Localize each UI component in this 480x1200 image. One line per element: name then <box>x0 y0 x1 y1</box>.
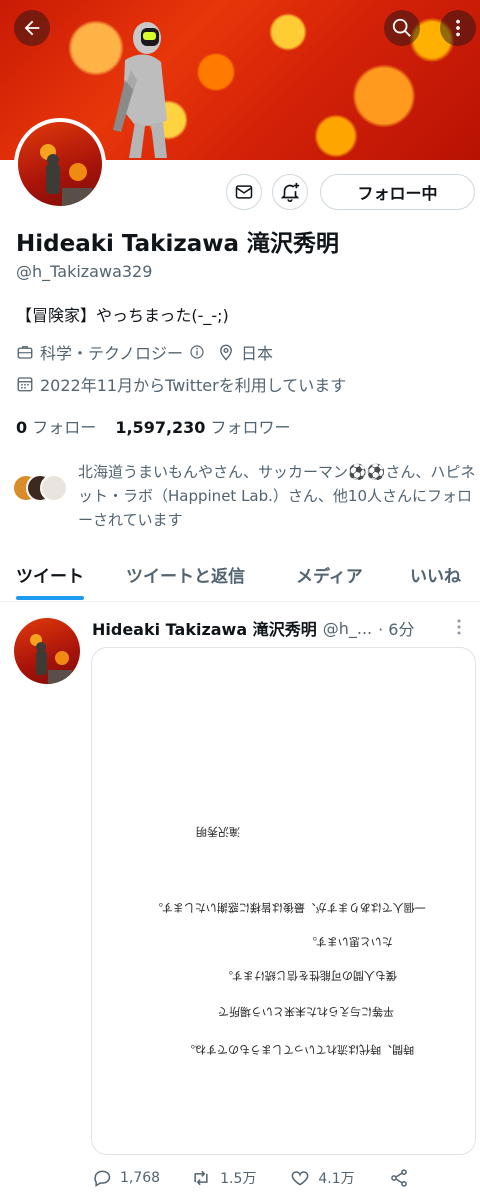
reply-button[interactable]: 1,768 <box>92 1168 160 1188</box>
followers-label: フォロワー <box>210 418 291 437</box>
profile-meta-category-location: 科学・テクノロジー 日本 <box>16 340 273 364</box>
tab-tweets-replies[interactable]: ツイートと返信 <box>126 552 245 587</box>
heart-icon <box>291 1171 309 1186</box>
reply-count: 1,768 <box>120 1170 161 1186</box>
following-link[interactable]: 0 フォロー <box>16 418 96 437</box>
search-button[interactable] <box>384 10 420 46</box>
profile-avatar[interactable] <box>14 118 106 210</box>
follower-avatar <box>40 474 68 502</box>
reply-icon <box>94 1170 111 1187</box>
tweet-time[interactable]: · 6分 <box>378 616 414 640</box>
location-pin-icon <box>220 344 232 361</box>
image-text-line: 僕も人間の可能性を信じ続けます。 <box>222 969 397 982</box>
search-icon <box>392 18 411 37</box>
profile-name: Hideaki Takizawa 滝沢秀明 <box>16 231 340 257</box>
like-count: 4.1万 <box>318 1171 355 1187</box>
profile-location: 日本 <box>241 344 274 363</box>
followers-count: 1,597,230 <box>115 418 206 437</box>
followed-by-section[interactable]: 北海道うまいもんやさん、サッカーマン⚽⚽さん、ハピネット・ラボ（Happinet… <box>12 460 476 532</box>
avatar-image <box>40 144 92 206</box>
like-button[interactable]: 4.1万 <box>290 1168 355 1188</box>
profile-category: 科学・テクノロジー <box>40 344 184 363</box>
banner-figure-image <box>113 22 167 158</box>
more-vertical-icon[interactable] <box>452 618 466 636</box>
image-text-line: 平等に与えられた未来という場所で <box>218 1005 394 1018</box>
image-text-line: たいと思います。 <box>306 935 393 948</box>
notification-button[interactable] <box>272 174 308 210</box>
following-button[interactable]: フォロー中 <box>320 174 475 210</box>
retweet-icon <box>194 1170 208 1186</box>
profile-handle: @h_Takizawa329 <box>16 262 153 281</box>
image-text-line: 滝沢秀明 <box>196 825 240 838</box>
following-label: フォロー <box>32 418 97 437</box>
tweet-author-handle[interactable]: @h_... <box>323 619 372 638</box>
tweet-author-name[interactable]: Hideaki Takizawa 滝沢秀明 <box>92 616 317 640</box>
profile-tabs: ツイート ツイートと返信 メディア いいね <box>0 552 480 602</box>
back-button[interactable] <box>14 10 50 46</box>
more-options-button[interactable] <box>440 10 476 46</box>
profile-bio: 【冒険家】やっちまった(-_-;) <box>16 306 229 325</box>
profile-meta-joined: 2022年11月からTwitterを利用しています <box>16 372 346 396</box>
tweet-header: Hideaki Takizawa 滝沢秀明 @h_... · 6分 <box>92 616 472 640</box>
image-text-line: 一個人ではありますが、最後は皆様に惑謝いたします。 <box>152 901 426 914</box>
tweet-media-image[interactable]: 滝沢秀明 一個人ではありますが、最後は皆様に惑謝いたします。 たいと思います。 … <box>91 647 476 1155</box>
tab-label: メディア <box>296 567 363 587</box>
following-count: 0 <box>16 418 28 437</box>
tab-label: いいね <box>410 567 461 587</box>
tab-media[interactable]: メディア <box>296 552 363 587</box>
tweet-actions: 1,768 1.5万 4.1万 <box>92 1168 472 1188</box>
share-icon <box>390 1169 407 1187</box>
arrow-left-icon <box>24 20 40 36</box>
followers-link[interactable]: 1,597,230 フォロワー <box>115 418 290 437</box>
followed-by-text: 北海道うまいもんやさん、サッカーマン⚽⚽さん、ハピネット・ラボ（Happinet… <box>78 463 476 529</box>
bell-plus-icon <box>280 182 300 202</box>
retweet-count: 1.5万 <box>220 1171 257 1187</box>
retweet-button[interactable]: 1.5万 <box>190 1168 256 1188</box>
message-button[interactable] <box>226 174 262 210</box>
calendar-icon <box>17 377 33 392</box>
share-button[interactable] <box>389 1168 409 1188</box>
mail-icon <box>235 185 253 199</box>
followed-by-avatars <box>12 474 68 514</box>
profile-joined-date: 2022年11月からTwitterを利用しています <box>40 376 347 395</box>
image-text-line: 時間、時代は流れていってしまうものですね。 <box>184 1043 415 1056</box>
tab-likes[interactable]: いいね <box>410 552 461 587</box>
briefcase-icon <box>17 346 33 359</box>
tab-label: ツイートと返信 <box>126 567 245 587</box>
tweet-author-avatar[interactable] <box>14 618 80 684</box>
tab-tweets[interactable]: ツイート <box>16 552 84 600</box>
tab-label: ツイート <box>16 567 84 587</box>
follow-counts: 0 フォロー 1,597,230 フォロワー <box>16 414 291 438</box>
active-tab-indicator <box>16 596 84 600</box>
more-vertical-icon <box>456 19 460 37</box>
info-icon[interactable] <box>189 344 205 360</box>
avatar-image <box>30 634 72 684</box>
